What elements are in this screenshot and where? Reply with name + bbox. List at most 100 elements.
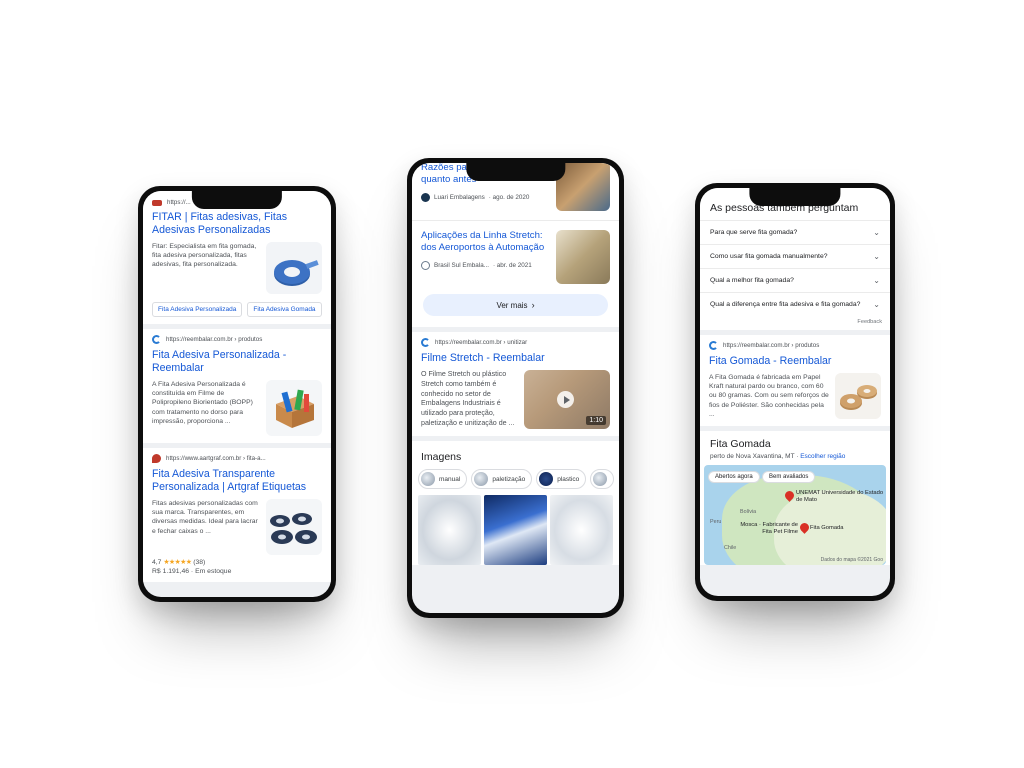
rating-value: 4,7 bbox=[152, 559, 162, 566]
result-thumbnail[interactable] bbox=[835, 373, 881, 419]
result-title-link[interactable]: FITAR | Fitas adesivas, Fitas Adesivas P… bbox=[152, 211, 322, 237]
paa-question-text: Para que serve fita gomada? bbox=[710, 229, 798, 236]
result-thumbnail[interactable] bbox=[266, 380, 322, 436]
play-icon[interactable] bbox=[557, 391, 574, 408]
result-title-link[interactable]: Fita Gomada - Reembalar bbox=[709, 355, 881, 368]
image-filter-chip[interactable] bbox=[590, 469, 615, 489]
rating-row: 4,7 ★★★★★ (38) bbox=[152, 558, 322, 566]
news-date: · ago. de 2020 bbox=[488, 193, 530, 201]
result-snippet: Fitas adesivas personalizadas com sua ma… bbox=[152, 500, 258, 535]
paa-question[interactable]: Para que serve fita gomada? ⌄ bbox=[700, 220, 890, 244]
news-title[interactable]: Aplicações da Linha Stretch: dos Aeropor… bbox=[421, 230, 550, 254]
chip-thumb-icon bbox=[474, 472, 489, 486]
star-icon: ★★★★★ bbox=[163, 559, 192, 566]
search-result-filme-stretch: https://reembalar.com.br › unitizar Film… bbox=[412, 332, 619, 436]
result-url: https://reembalar.com.br › produtos bbox=[723, 342, 820, 349]
top-rated-chip[interactable]: Bem avaliados bbox=[762, 471, 816, 484]
local-map[interactable]: Abertos agora Bem avaliados UNEMAT Unive… bbox=[704, 465, 886, 566]
paa-question[interactable]: Qual a diferença entre fita adesiva e fi… bbox=[700, 292, 890, 316]
paa-question-text: Como usar fita gomada manualmente? bbox=[710, 253, 828, 260]
reembalar-favicon-icon bbox=[421, 338, 430, 347]
paa-question-text: Qual a melhor fita gomada? bbox=[710, 277, 794, 284]
phone-right: As pessoas também perguntam Para que ser… bbox=[695, 183, 895, 601]
video-duration: 1:10 bbox=[586, 416, 606, 425]
chevron-down-icon: ⌄ bbox=[873, 300, 880, 309]
result-snippet: O Filme Stretch ou plástico Stretch como… bbox=[421, 370, 515, 427]
phone-left-screen: https://... FITAR | Fitas adesivas, Fita… bbox=[143, 191, 331, 597]
result-thumbnail[interactable] bbox=[266, 242, 322, 294]
image-filter-chip[interactable]: plastico bbox=[536, 469, 587, 489]
review-count: (38) bbox=[193, 559, 206, 566]
news-meta: Brasil Sul Embala... · abr. de 2021 bbox=[421, 260, 550, 270]
phone-center-screen: Razões para utilizar o ... quanto antes … bbox=[412, 163, 619, 613]
ver-mais-button[interactable]: Ver mais › bbox=[423, 294, 608, 316]
sitelink-pill[interactable]: Fita Adesiva Personalizada bbox=[152, 302, 243, 317]
result-url: https://www.aartgraf.com.br › fita-a... bbox=[166, 455, 266, 462]
image-filter-chip[interactable]: manual bbox=[418, 469, 468, 489]
country-label: Chile bbox=[724, 545, 737, 552]
phone-right-screen: As pessoas também perguntam Para que ser… bbox=[700, 188, 890, 596]
paa-question[interactable]: Qual a melhor fita gomada? ⌄ bbox=[700, 268, 890, 292]
chip-label: plastico bbox=[557, 475, 580, 483]
chip-label: manual bbox=[439, 475, 461, 483]
result-title-link[interactable]: Filme Stretch - Reembalar bbox=[421, 352, 610, 365]
sitelink-pill[interactable]: Fita Adesiva Gomada bbox=[247, 302, 322, 317]
image-filter-chip[interactable]: paletização bbox=[471, 469, 533, 489]
chevron-right-icon: › bbox=[531, 300, 535, 310]
result-source: https://reembalar.com.br › unitizar bbox=[421, 338, 610, 347]
local-heading: Fita Gomada bbox=[710, 438, 771, 451]
brasil-sul-favicon-icon bbox=[421, 260, 430, 270]
images-heading: Imagens bbox=[412, 441, 619, 469]
location-text: perto de Nova Xavantina, MT · bbox=[710, 453, 799, 461]
news-meta: Luari Embalagens · ago. de 2020 bbox=[421, 192, 550, 202]
paa-question[interactable]: Como usar fita gomada manualmente? ⌄ bbox=[700, 244, 890, 268]
map-pin-label: Mosca · Fabricante de Fita Pet Filme bbox=[740, 522, 798, 536]
phone-notch bbox=[749, 188, 841, 206]
reembalar-favicon-icon bbox=[152, 335, 161, 344]
chevron-down-icon: ⌄ bbox=[873, 228, 880, 237]
result-snippet: A Fita Adesiva Personalizada é constituí… bbox=[152, 381, 253, 425]
search-result-fita-gomada: https://reembalar.com.br › produtos Fita… bbox=[700, 335, 890, 427]
result-thumbnail[interactable] bbox=[266, 499, 322, 555]
price-stock: R$ 1.191,46 · Em estoque bbox=[152, 568, 232, 575]
open-now-chip[interactable]: Abertos agora bbox=[708, 471, 760, 484]
video-thumbnail[interactable]: 1:10 bbox=[524, 370, 610, 429]
news-item[interactable]: Aplicações da Linha Stretch: dos Aeropor… bbox=[421, 230, 610, 284]
top-stories: Razões para utilizar o ... quanto antes … bbox=[412, 163, 619, 327]
image-result[interactable] bbox=[484, 495, 547, 565]
phone-center: Razões para utilizar o ... quanto antes … bbox=[407, 158, 624, 618]
ver-mais-label: Ver mais bbox=[496, 300, 528, 310]
image-result[interactable] bbox=[418, 495, 481, 565]
search-result-reembalar: https://reembalar.com.br › produtos Fita… bbox=[143, 329, 331, 443]
chevron-down-icon: ⌄ bbox=[873, 276, 880, 285]
news-thumbnail[interactable] bbox=[556, 230, 610, 284]
chevron-down-icon: ⌄ bbox=[873, 252, 880, 261]
result-source: https://reembalar.com.br › produtos bbox=[709, 341, 881, 350]
search-result-fitar: https://... FITAR | Fitas adesivas, Fita… bbox=[143, 191, 331, 324]
paa-question-text: Qual a diferença entre fita adesiva e fi… bbox=[710, 301, 861, 308]
search-result-artgraf: https://www.aartgraf.com.br › fita-a... … bbox=[143, 448, 331, 582]
images-section: Imagens manual paletização plastico bbox=[412, 441, 619, 565]
result-title-link[interactable]: Fita Adesiva Personalizada - Reembalar bbox=[152, 349, 322, 375]
result-source: https://reembalar.com.br › produtos bbox=[152, 335, 322, 344]
result-url: https://... bbox=[167, 199, 191, 206]
mockup-stage: https://... FITAR | Fitas adesivas, Fita… bbox=[0, 0, 1024, 768]
result-snippet: Fitar: Especialista em fita gomada, fita… bbox=[152, 243, 257, 269]
feedback-link[interactable]: Feedback bbox=[700, 316, 890, 330]
fitar-favicon-icon bbox=[152, 199, 162, 206]
people-also-ask-list: Para que serve fita gomada? ⌄ Como usar f… bbox=[700, 220, 890, 316]
chip-label: paletização bbox=[492, 475, 526, 483]
local-location: perto de Nova Xavantina, MT · Escolher r… bbox=[700, 450, 890, 465]
news-source: Brasil Sul Embala... bbox=[434, 261, 489, 269]
choose-region-link[interactable]: Escolher região bbox=[800, 453, 845, 460]
map-pin-label: UNEMAT Universidade do Estado de Mato bbox=[796, 490, 884, 504]
phone-notch bbox=[465, 163, 566, 181]
reembalar-favicon-icon bbox=[709, 341, 718, 350]
image-result[interactable] bbox=[550, 495, 613, 565]
result-url: https://reembalar.com.br › unitizar bbox=[435, 339, 528, 346]
local-results: Fita Gomada perto de Nova Xavantina, MT … bbox=[700, 431, 890, 566]
news-date: · abr. de 2021 bbox=[492, 261, 532, 269]
news-source: Luari Embalagens bbox=[434, 193, 485, 201]
chip-thumb-icon bbox=[593, 472, 608, 486]
result-title-link[interactable]: Fita Adesiva Transparente Personalizada … bbox=[152, 468, 322, 494]
